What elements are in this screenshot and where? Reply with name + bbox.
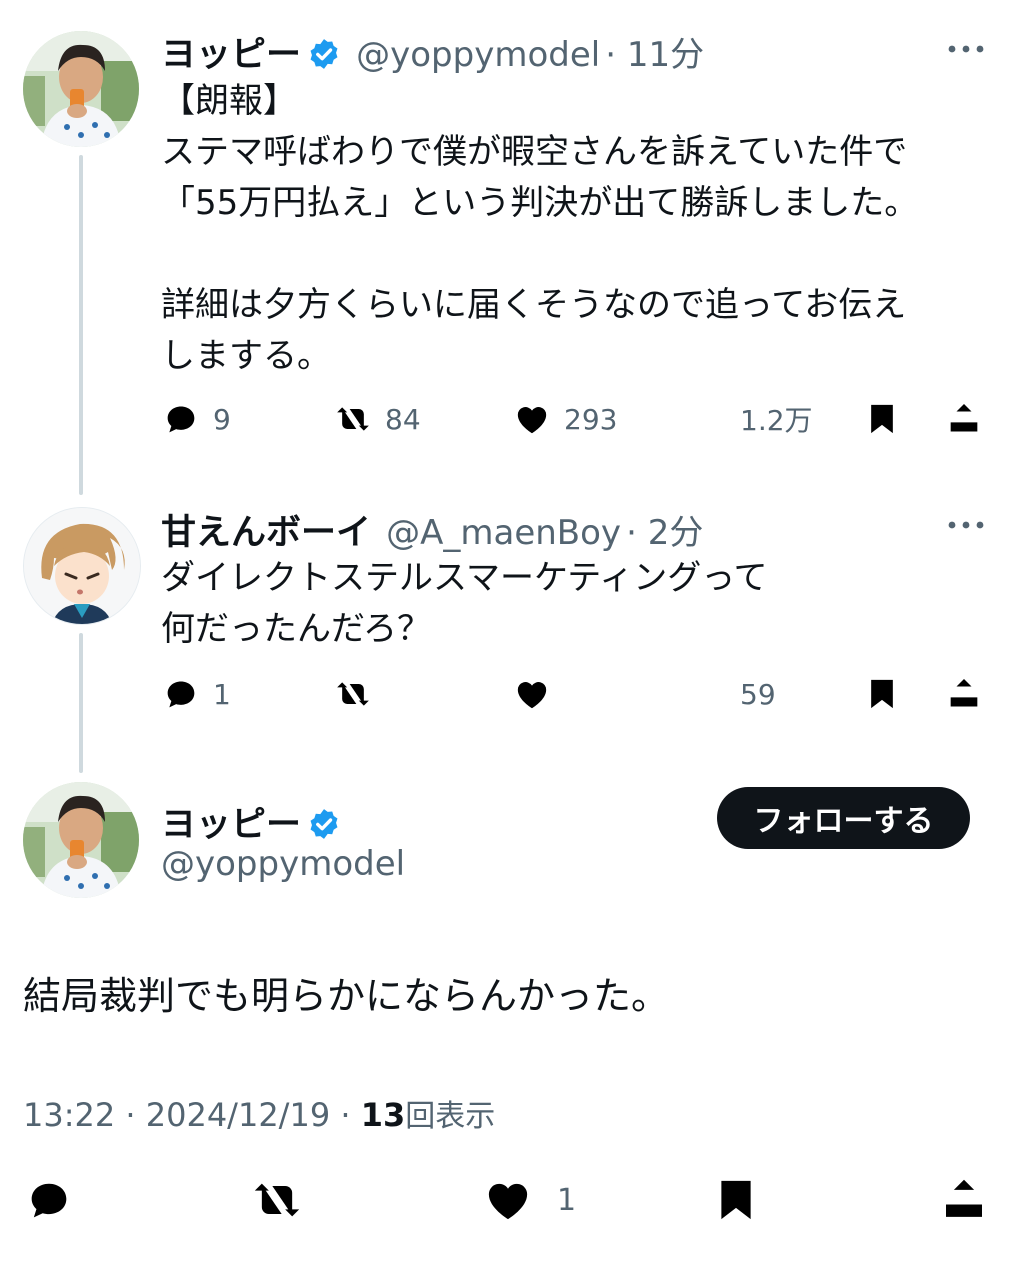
like-icon	[512, 674, 552, 714]
tweet2-display-name[interactable]: 甘えんボーイ	[161, 513, 371, 553]
avatar-photo-image	[23, 782, 139, 898]
avatar-amaenboy[interactable]	[23, 507, 141, 625]
tweet2-views-count: 59	[740, 677, 776, 711]
tweet1-reply-count: 9	[213, 402, 231, 436]
thread-line	[79, 633, 83, 773]
tweet3-handle[interactable]: @yoppymodel	[161, 844, 405, 884]
tweet3-views-count: 13	[360, 1096, 406, 1134]
tweet3-reply-button[interactable]	[23, 1172, 75, 1228]
views-icon	[688, 674, 728, 714]
tweet1-handle[interactable]: @yoppymodel	[356, 35, 600, 75]
retweet-icon	[333, 674, 373, 714]
tweet3-retweet-button[interactable]	[249, 1172, 305, 1228]
tweet1-like-count: 293	[564, 402, 618, 436]
tweet3-meta: 13:22 · 2024/12/19 · 13回表示	[23, 1091, 495, 1135]
avatar-yoppy[interactable]	[23, 31, 139, 147]
tweet1-views-button[interactable]: 1.2万	[688, 395, 813, 443]
avatar-illustration-image	[24, 508, 140, 624]
tweet3-bookmark-button[interactable]	[709, 1172, 763, 1228]
tweet2-share-button[interactable]	[944, 670, 984, 718]
like-icon	[512, 399, 552, 439]
follow-button[interactable]: フォローする	[717, 787, 970, 849]
tweet1-views-count: 1.2万	[740, 404, 813, 437]
share-icon	[937, 1173, 991, 1227]
like-icon	[481, 1173, 535, 1227]
tweet2-text: ダイレクトステルスマーケティングって 何だったんだろ？	[161, 558, 768, 649]
tweet1-bookmark-button[interactable]	[862, 395, 902, 443]
bookmark-icon	[862, 674, 902, 714]
tweet2-retweet-button[interactable]	[333, 670, 373, 718]
avatar-photo-image	[23, 31, 139, 147]
tweet2-views-button[interactable]: 59	[688, 670, 776, 718]
more-icon[interactable]	[947, 519, 985, 531]
tweet2-reply-button[interactable]: 1	[161, 670, 231, 718]
tweet3-share-button[interactable]	[937, 1172, 991, 1228]
tweet1-retweet-button[interactable]: 84	[333, 395, 421, 443]
more-icon[interactable]	[947, 43, 985, 55]
tweet1-share-button[interactable]	[944, 395, 984, 443]
tweet3-text: 結局裁判でも明らかにならんかった。	[23, 974, 670, 1018]
tweet2-like-button[interactable]	[512, 670, 552, 718]
tweet2-reply-count: 1	[213, 677, 231, 711]
reply-icon	[161, 674, 201, 714]
retweet-icon	[249, 1172, 305, 1228]
tweet2-time[interactable]: · 2分	[626, 513, 703, 553]
tweet1-display-name[interactable]: ヨッピー	[161, 35, 301, 75]
verified-badge-icon	[307, 37, 341, 71]
tweet3-time[interactable]: 13:22	[23, 1096, 115, 1134]
tweet3-views-label: 回表示	[405, 1099, 496, 1134]
tweet1-header: ヨッピー @yoppymodel · 11分	[161, 26, 704, 77]
tweet1-reply-button[interactable]: 9	[161, 395, 231, 443]
reply-icon	[23, 1174, 75, 1226]
thread-line	[79, 155, 83, 495]
tweet1-text: 【朗報】 ステマ呼ばわりで僕が暇空さんを訴えていた件で 「55万円払え」という判…	[161, 81, 919, 376]
avatar-yoppy[interactable]	[23, 782, 139, 898]
tweet1-time[interactable]: · 11分	[605, 35, 704, 75]
tweet3-like-count: 1	[557, 1182, 577, 1218]
share-icon	[944, 399, 984, 439]
views-icon	[688, 399, 728, 439]
tweet3-like-button[interactable]: 1	[481, 1172, 576, 1228]
tweet3-header: ヨッピー	[161, 796, 341, 847]
verified-badge-icon	[307, 807, 341, 841]
bookmark-icon	[862, 399, 902, 439]
tweet2-header: 甘えんボーイ @A_maenBoy · 2分	[161, 504, 703, 555]
tweet3-display-name[interactable]: ヨッピー	[161, 805, 301, 845]
bookmark-icon	[709, 1173, 763, 1227]
share-icon	[944, 674, 984, 714]
tweet1-like-button[interactable]: 293	[512, 395, 617, 443]
tweet3-date[interactable]: · 2024/12/19 ·	[125, 1096, 350, 1134]
tweet2-bookmark-button[interactable]	[862, 670, 902, 718]
retweet-icon	[333, 399, 373, 439]
tweet2-handle[interactable]: @A_maenBoy	[386, 513, 621, 553]
tweet1-retweet-count: 84	[385, 402, 421, 436]
reply-icon	[161, 399, 201, 439]
